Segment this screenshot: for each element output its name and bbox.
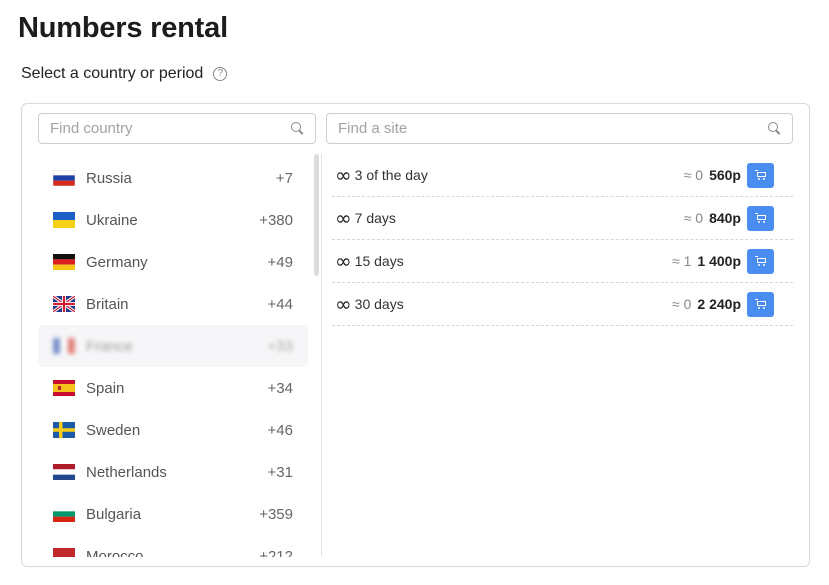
country-item-germany[interactable]: Germany +49 — [38, 241, 308, 283]
country-code: +359 — [259, 505, 293, 523]
netherlands-flag-icon — [53, 464, 75, 480]
country-name: Britain — [86, 295, 129, 313]
spain-flag-icon — [53, 380, 75, 396]
country-item-ukraine[interactable]: Ukraine +380 — [38, 199, 308, 241]
country-item-spain[interactable]: Spain +34 — [38, 367, 308, 409]
subtitle: Select a country or period ? — [21, 65, 228, 83]
country-code: +7 — [275, 169, 293, 187]
country-item-russia[interactable]: Russia +7 — [38, 157, 308, 199]
scrollbar-thumb[interactable] — [314, 154, 319, 276]
period-price: 560р — [709, 167, 741, 183]
period-list: ∞ 3 of the day ≈ 0 560р ∞ 7 days ≈ 0 840р ∞ 15 da… — [332, 154, 793, 326]
country-search[interactable] — [38, 113, 316, 144]
add-to-cart-button[interactable] — [747, 291, 774, 317]
infinity-icon: ∞ — [335, 292, 352, 316]
period-price: 840р — [709, 210, 741, 226]
period-price: 2 240р — [697, 296, 741, 312]
sweden-flag-icon — [53, 422, 75, 438]
available-count: ≈ 0 — [683, 210, 704, 226]
site-search-input[interactable] — [338, 120, 767, 137]
country-item-bulgaria[interactable]: Bulgaria +359 — [38, 493, 308, 535]
rental-panel: Russia +7 Ukraine +380 Germany +49 Britain +44 F… — [21, 103, 810, 567]
country-item-france[interactable]: France +33 — [38, 325, 308, 367]
infinity-icon: ∞ — [335, 163, 352, 187]
country-list: Russia +7 Ukraine +380 Germany +49 Britain +44 F… — [38, 157, 308, 557]
country-name: Ukraine — [86, 211, 138, 229]
country-code: +49 — [267, 253, 293, 271]
country-name: Russia — [86, 169, 132, 187]
country-name: Sweden — [86, 421, 141, 439]
country-name: France — [86, 337, 133, 355]
country-code: +46 — [267, 421, 293, 439]
germany-flag-icon — [53, 254, 75, 270]
country-name: Germany — [86, 253, 148, 271]
country-name: Spain — [86, 379, 125, 397]
bulgaria-flag-icon — [53, 506, 75, 522]
period-row[interactable]: ∞ 30 days ≈ 0 2 240р — [332, 283, 793, 326]
cart-icon — [754, 298, 767, 310]
country-name: Morocco — [86, 547, 144, 558]
period-label: 3 of the day — [354, 167, 428, 183]
scrollbar[interactable] — [313, 154, 321, 556]
search-icon[interactable] — [767, 121, 782, 136]
divider — [321, 154, 322, 556]
add-to-cart-button[interactable] — [747, 248, 774, 274]
country-item-sweden[interactable]: Sweden +46 — [38, 409, 308, 451]
period-row[interactable]: ∞ 15 days ≈ 1 1 400р — [332, 240, 793, 283]
country-item-britain[interactable]: Britain +44 — [38, 283, 308, 325]
country-code: +33 — [267, 337, 293, 355]
morocco-flag-icon — [53, 548, 75, 557]
add-to-cart-button[interactable] — [747, 162, 774, 188]
country-code: +212 — [259, 547, 293, 558]
period-label: 30 days — [354, 296, 404, 312]
infinity-icon: ∞ — [335, 249, 352, 273]
infinity-icon: ∞ — [335, 206, 352, 230]
cart-icon — [754, 212, 767, 224]
available-count: ≈ 0 — [672, 296, 692, 312]
period-label: 15 days — [354, 253, 404, 269]
add-to-cart-button[interactable] — [747, 205, 774, 231]
page-title: Numbers rental — [18, 12, 228, 44]
country-item-netherlands[interactable]: Netherlands +31 — [38, 451, 308, 493]
subtitle-text: Select a country or period — [21, 65, 204, 82]
ukraine-flag-icon — [53, 212, 75, 228]
country-code: +31 — [267, 463, 293, 481]
available-count: ≈ 1 — [672, 253, 692, 269]
france-flag-icon — [53, 338, 75, 354]
country-name: Netherlands — [86, 463, 167, 481]
country-code: +34 — [267, 379, 293, 397]
period-label: 7 days — [354, 210, 396, 226]
period-row[interactable]: ∞ 7 days ≈ 0 840р — [332, 197, 793, 240]
cart-icon — [754, 169, 767, 181]
cart-icon — [754, 255, 767, 267]
period-row[interactable]: ∞ 3 of the day ≈ 0 560р — [332, 154, 793, 197]
russia-flag-icon — [53, 170, 75, 186]
country-search-input[interactable] — [50, 120, 290, 137]
site-search[interactable] — [326, 113, 793, 144]
search-icon[interactable] — [290, 121, 305, 136]
country-name: Bulgaria — [86, 505, 142, 523]
help-icon[interactable]: ? — [213, 67, 228, 81]
country-code: +380 — [259, 211, 293, 229]
britain-flag-icon — [53, 296, 75, 312]
available-count: ≈ 0 — [683, 167, 704, 183]
period-price: 1 400р — [697, 253, 741, 269]
country-item-morocco[interactable]: Morocco +212 — [38, 535, 308, 557]
country-code: +44 — [267, 295, 293, 313]
